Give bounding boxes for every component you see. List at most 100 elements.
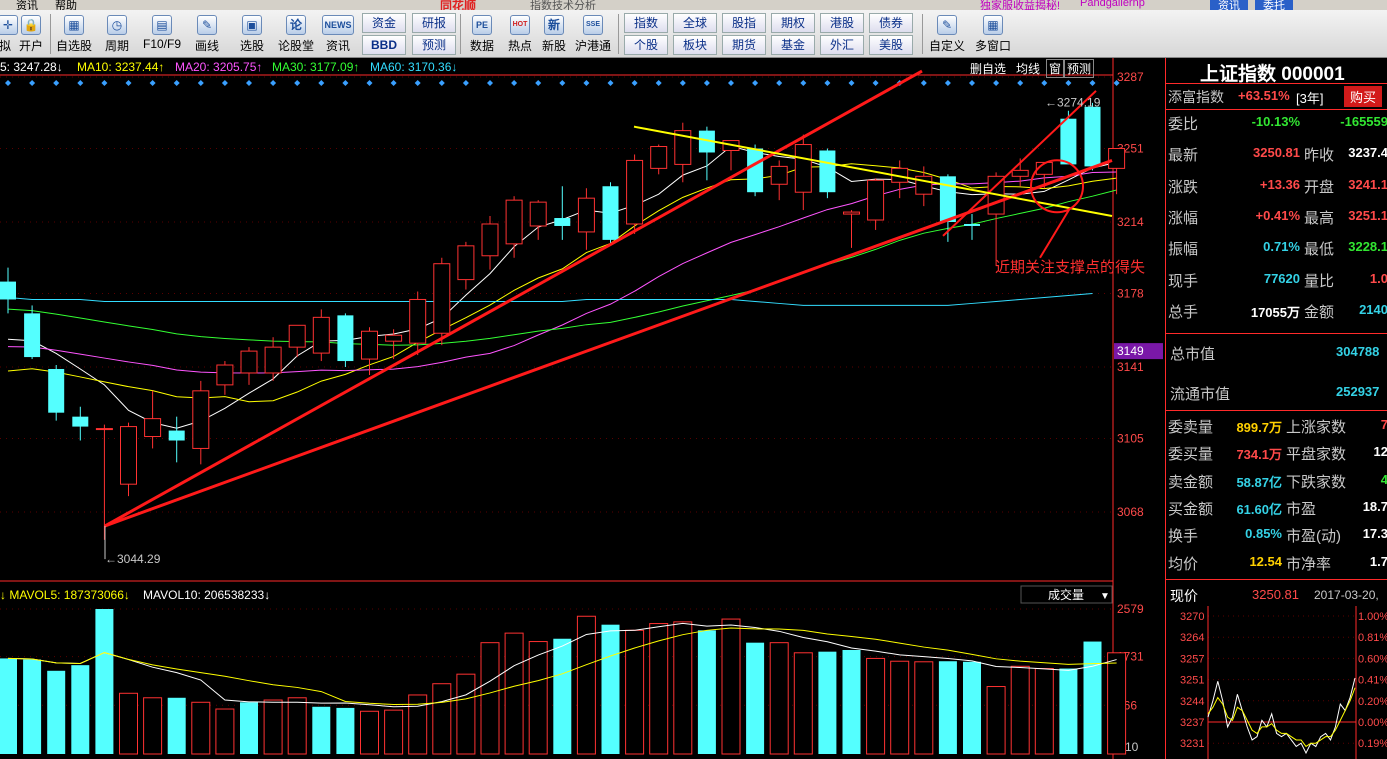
market-tab-4[interactable]: 港股 — [820, 13, 864, 33]
tab-news[interactable]: 资讯 — [1210, 0, 1248, 10]
volume-bar — [287, 697, 307, 755]
candle-body — [0, 281, 16, 300]
candle-body — [1011, 169, 1029, 177]
market-tab-b2[interactable]: 期货 — [722, 35, 766, 55]
stat-value: 0.85% — [1245, 526, 1282, 542]
news-button[interactable]: NEWS 资讯 — [320, 12, 356, 56]
mini-pct-tick: 0.60% — [1358, 653, 1387, 665]
tab-trade[interactable]: 委托 — [1255, 0, 1293, 10]
market-tab-3[interactable]: 期权 — [771, 13, 815, 33]
menu-help[interactable]: 帮助 — [55, 0, 77, 10]
ma60-value: MA60: 3170.36↓ — [370, 60, 458, 74]
stat-value: 17.3 — [1362, 526, 1387, 542]
menu-news[interactable]: 资讯 — [16, 0, 38, 10]
hk-connect-button[interactable]: SSE 沪港通 — [572, 12, 614, 56]
kline-chart[interactable]: 32873251321431783141310530683149近期关注支撑点的… — [0, 58, 1165, 759]
candle-body — [794, 144, 812, 193]
market-tab-b5[interactable]: 美股 — [869, 35, 913, 55]
market-tab-b1[interactable]: 板块 — [673, 35, 717, 55]
tab-remove-watchlist[interactable]: 删自选 — [970, 60, 1006, 77]
stat-label: 平盘家数 — [1286, 446, 1347, 464]
event-marker — [125, 80, 132, 86]
period-button[interactable]: ◷ 周期 — [98, 12, 136, 56]
stat-label: 买金额 — [1168, 500, 1214, 518]
stat-value: 4 — [1380, 471, 1387, 487]
event-marker — [77, 80, 84, 86]
candle-body — [1060, 118, 1077, 165]
market-tab-0[interactable]: 指数 — [624, 13, 668, 33]
f10-button[interactable]: ▤ F10/F9 — [140, 12, 184, 56]
quote-label: 量比 — [1304, 272, 1335, 290]
quote-label: 振幅 — [1168, 241, 1199, 259]
tab-forecast[interactable]: 预测 — [1064, 59, 1095, 78]
quote-panel: 上证指数 000001 添富指数 +63.51% [3年] 购买 委比 -10.1… — [1165, 58, 1387, 759]
stock-pick-icon: ▣ — [242, 15, 262, 35]
volume-bar — [746, 642, 765, 754]
stat-label: 市盈(动) — [1286, 528, 1341, 546]
mini-price-tick: 3237 — [1180, 717, 1204, 729]
f10-icon: ▤ — [152, 15, 172, 35]
candle-body — [867, 179, 885, 221]
hot-button[interactable]: HOT 热点 — [502, 12, 538, 56]
stock-picker-button[interactable]: ▣ 选股 — [234, 12, 270, 56]
market-tab-b3[interactable]: 基金 — [771, 35, 815, 55]
quote-value: 3250.81 — [1253, 145, 1300, 161]
candle-body — [72, 416, 89, 427]
open-account-button[interactable]: 🔒 开户 — [16, 12, 46, 56]
intraday-mini-chart[interactable]: 3270 1.00% 3264 0.81% 3257 0.60% 3251 0.41% 3244… — [1166, 606, 1387, 759]
market-tab-b4[interactable]: 外汇 — [820, 35, 864, 55]
annotation-arrow — [1039, 207, 1071, 259]
event-marker — [728, 80, 734, 86]
sse-hkex-icon: SSE — [583, 15, 603, 35]
market-tab-2[interactable]: 股指 — [722, 13, 766, 33]
tianfu-label: 添富指数 — [1168, 89, 1224, 105]
tab-ma[interactable]: 均线 — [1016, 60, 1040, 77]
draw-button[interactable]: ✛ 拟 — [0, 12, 18, 56]
ipo-button[interactable]: 新新股 — [538, 12, 570, 56]
watchlist-button[interactable]: ▦ 自选股 — [54, 12, 94, 56]
ma10-value: MA10: 3237.44↑ — [77, 60, 165, 74]
forum-button[interactable]: 论论股堂 — [276, 12, 316, 56]
mini-price: 3250.81 — [1252, 587, 1299, 602]
volume-bar — [23, 659, 42, 754]
candle-body — [264, 346, 282, 374]
bbd-button[interactable]: BBD — [362, 35, 406, 55]
stat-value: 1.7 — [1369, 553, 1387, 569]
notice-link[interactable]: 独家服收益揭秘! — [980, 0, 1060, 10]
total-cap-value: 304788 — [1336, 344, 1380, 359]
notice-user[interactable]: Pandgaiiernp — [1080, 0, 1145, 9]
fund-flow-button[interactable]: 资金 — [362, 13, 406, 33]
stat-value: 18.7 — [1362, 498, 1387, 514]
custom-button[interactable]: ✎ 自定义 — [926, 12, 968, 56]
candle-body — [602, 186, 619, 240]
multi-window-button[interactable]: ▦ 多窗口 — [972, 12, 1014, 56]
buy-button[interactable]: 购买 — [1344, 86, 1383, 107]
forecast-button[interactable]: 预测 — [412, 35, 456, 55]
mini-pct-tick: 0.00% — [1358, 717, 1387, 729]
candle-body — [95, 428, 113, 431]
event-marker — [1089, 80, 1096, 86]
event-marker — [583, 80, 590, 86]
market-tab-b0[interactable]: 个股 — [624, 35, 668, 55]
data-button[interactable]: PE 数据 — [464, 12, 500, 56]
volume-bar — [793, 652, 813, 755]
quote-value: 2140 — [1359, 301, 1387, 317]
volume-bar — [167, 697, 186, 754]
stat-value: 61.60亿 — [1236, 501, 1282, 517]
mini-price-tick: 3270 — [1180, 611, 1204, 623]
quote-value: 1.0 — [1369, 270, 1387, 286]
market-tab-1[interactable]: 全球 — [673, 13, 717, 33]
new-stock-icon: 新 — [544, 15, 564, 35]
event-marker — [607, 80, 614, 86]
candle-body — [577, 197, 595, 233]
candle-body — [505, 199, 523, 245]
quote-label: 昨收 — [1304, 147, 1335, 165]
research-button[interactable]: 研报 — [412, 13, 456, 33]
mavol5-legend: ↓ MAVOL5: 187373066↓ — [0, 588, 130, 602]
market-tab-5[interactable]: 债券 — [869, 13, 913, 33]
mini-avg-line — [1207, 687, 1356, 748]
quote-value: -165559 — [1340, 114, 1387, 129]
draw-line-button[interactable]: ✎ 画线 — [188, 12, 226, 56]
tab-window[interactable]: 窗 — [1046, 59, 1065, 78]
event-marker — [318, 80, 325, 86]
